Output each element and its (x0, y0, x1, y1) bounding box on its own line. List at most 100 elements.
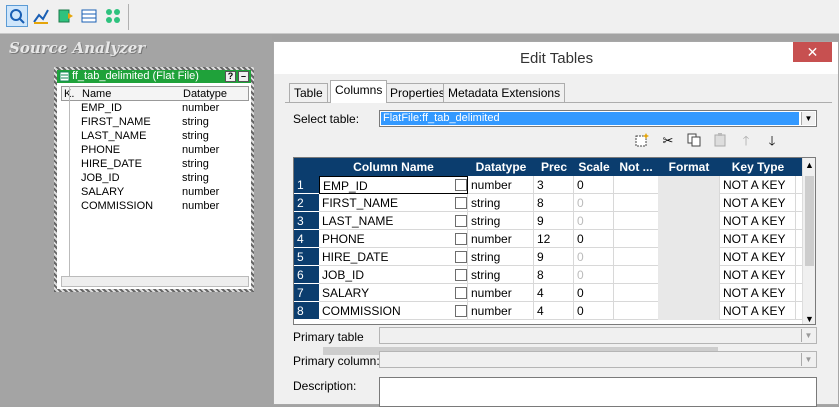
primary-column-dropdown[interactable]: ▼ (379, 351, 817, 368)
table-row[interactable]: 2 FIRST_NAME string 8 0 NOT A KEY (294, 194, 804, 212)
not-null-checkbox[interactable] (455, 269, 467, 281)
key-type-cell[interactable]: NOT A KEY (720, 212, 796, 230)
source-row[interactable]: HIRE_DATE string (61, 158, 249, 172)
not-null-checkbox[interactable] (455, 215, 467, 227)
column-name-cell[interactable]: PHONE (319, 230, 468, 248)
chevron-down-icon[interactable]: ▼ (801, 329, 815, 342)
scrollbar-thumb[interactable] (805, 176, 814, 266)
format-cell[interactable] (658, 230, 720, 248)
description-textarea[interactable] (379, 377, 817, 407)
prec-cell[interactable]: 3 (534, 176, 574, 194)
move-up-icon[interactable]: 🡑 (738, 133, 754, 149)
chevron-down-icon[interactable]: ▼ (801, 353, 815, 366)
tab-columns[interactable]: Columns (330, 80, 388, 103)
prec-cell[interactable]: 4 (534, 284, 574, 302)
not-null-header[interactable]: Not ... (614, 160, 658, 174)
help-icon[interactable]: ? (225, 71, 236, 82)
table-row[interactable]: 4 PHONE number 12 0 NOT A KEY (294, 230, 804, 248)
mapping-designer-tool-icon[interactable] (102, 5, 124, 27)
grid-vertical-scrollbar[interactable]: ▲ ▼ (802, 158, 815, 324)
primary-table-dropdown[interactable]: ▼ (379, 327, 817, 344)
scale-cell[interactable]: 0 (574, 284, 614, 302)
format-cell[interactable] (658, 302, 720, 320)
transformation-developer-tool-icon[interactable] (54, 5, 76, 27)
close-button[interactable]: ✕ (793, 42, 832, 62)
key-type-cell[interactable]: NOT A KEY (720, 302, 796, 320)
column-name-cell[interactable]: LAST_NAME (319, 212, 468, 230)
not-null-checkbox[interactable] (455, 179, 467, 191)
not-null-checkbox[interactable] (455, 287, 467, 299)
table-row[interactable]: 6 JOB_ID string 8 0 NOT A KEY (294, 266, 804, 284)
key-type-cell[interactable]: NOT A KEY (720, 176, 796, 194)
key-type-cell[interactable]: NOT A KEY (720, 284, 796, 302)
table-row[interactable]: 7 SALARY number 4 0 NOT A KEY (294, 284, 804, 302)
table-row[interactable]: 5 HIRE_DATE string 9 0 NOT A KEY (294, 248, 804, 266)
prec-cell[interactable]: 9 (534, 212, 574, 230)
source-table-header[interactable]: ff_tab_delimited (Flat File) ? – (57, 70, 251, 83)
source-row[interactable]: SALARY number (61, 186, 249, 200)
datatype-cell[interactable]: number (468, 284, 534, 302)
scale-header[interactable]: Scale (574, 160, 614, 174)
datatype-cell[interactable]: number (468, 302, 534, 320)
source-row[interactable]: COMMISSION number (61, 200, 249, 214)
cut-icon[interactable]: ✂ (660, 133, 676, 149)
not-null-checkbox[interactable] (455, 305, 467, 317)
source-row[interactable]: LAST_NAME string (61, 130, 249, 144)
prec-cell[interactable]: 12 (534, 230, 574, 248)
source-row[interactable]: PHONE number (61, 144, 249, 158)
scale-cell[interactable]: 0 (574, 248, 614, 266)
scale-cell[interactable]: 0 (574, 302, 614, 320)
new-column-icon[interactable] (634, 133, 650, 149)
move-down-icon[interactable]: 🡓 (764, 133, 780, 149)
scroll-up-icon[interactable]: ▲ (805, 160, 814, 170)
scale-cell[interactable]: 0 (574, 194, 614, 212)
mapplet-designer-tool-icon[interactable] (78, 5, 100, 27)
tab-properties[interactable]: Properties (385, 83, 450, 102)
datatype-cell[interactable]: string (468, 248, 534, 266)
paste-icon[interactable] (712, 133, 728, 149)
column-name-cell[interactable]: FIRST_NAME (319, 194, 468, 212)
key-type-cell[interactable]: NOT A KEY (720, 230, 796, 248)
minimize-icon[interactable]: – (238, 71, 249, 82)
format-cell[interactable] (658, 194, 720, 212)
copy-icon[interactable] (686, 133, 702, 149)
columns-grid[interactable]: Column Name Datatype Prec Scale Not ... … (293, 157, 816, 325)
key-type-header[interactable]: Key Type (720, 160, 796, 174)
not-null-checkbox[interactable] (455, 251, 467, 263)
prec-header[interactable]: Prec (534, 160, 574, 174)
datatype-cell[interactable]: number (468, 176, 534, 194)
not-null-checkbox[interactable] (455, 197, 467, 209)
prec-cell[interactable]: 8 (534, 194, 574, 212)
column-name-cell[interactable]: COMMISSION (319, 302, 468, 320)
source-horizontal-scrollbar[interactable] (61, 276, 249, 287)
format-cell[interactable] (658, 248, 720, 266)
format-cell[interactable] (658, 212, 720, 230)
column-name-header[interactable]: Column Name (319, 160, 468, 174)
column-name-cell[interactable]: EMP_ID (319, 176, 468, 194)
key-type-cell[interactable]: NOT A KEY (720, 194, 796, 212)
key-type-cell[interactable]: NOT A KEY (720, 248, 796, 266)
source-analyzer-tool-icon[interactable] (6, 5, 28, 27)
scroll-down-icon[interactable]: ▼ (805, 314, 814, 324)
scale-cell[interactable]: 0 (574, 176, 614, 194)
scale-cell[interactable]: 0 (574, 212, 614, 230)
scale-cell[interactable]: 0 (574, 230, 614, 248)
datatype-header[interactable]: Datatype (468, 160, 534, 174)
table-row[interactable]: 8 COMMISSION number 4 0 NOT A KEY (294, 302, 804, 320)
column-name-cell[interactable]: SALARY (319, 284, 468, 302)
tab-metadata-extensions[interactable]: Metadata Extensions (443, 83, 566, 102)
source-row[interactable]: JOB_ID string (61, 172, 249, 186)
datatype-cell[interactable]: string (468, 194, 534, 212)
table-row[interactable]: 3 LAST_NAME string 9 0 NOT A KEY (294, 212, 804, 230)
format-header[interactable]: Format (658, 160, 720, 174)
format-cell[interactable] (658, 266, 720, 284)
key-type-cell[interactable]: NOT A KEY (720, 266, 796, 284)
format-cell[interactable] (658, 284, 720, 302)
source-table-box[interactable]: ff_tab_delimited (Flat File) ? – K. Name… (54, 67, 254, 292)
source-row[interactable]: EMP_ID number (61, 102, 249, 116)
scale-cell[interactable]: 0 (574, 266, 614, 284)
select-table-dropdown[interactable]: FlatFile:ff_tab_delimited ▼ (379, 110, 817, 127)
datatype-cell[interactable]: number (468, 230, 534, 248)
format-cell[interactable] (658, 176, 720, 194)
column-name-cell[interactable]: HIRE_DATE (319, 248, 468, 266)
